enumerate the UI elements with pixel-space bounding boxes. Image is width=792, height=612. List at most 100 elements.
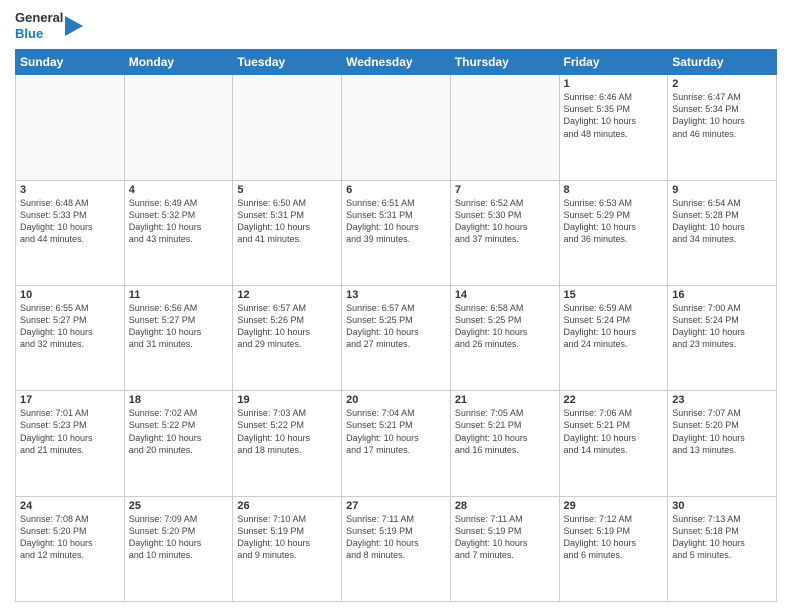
calendar-cell: 28Sunrise: 7:11 AM Sunset: 5:19 PM Dayli… [450, 496, 559, 601]
day-number: 5 [237, 184, 337, 196]
calendar-cell: 29Sunrise: 7:12 AM Sunset: 5:19 PM Dayli… [559, 496, 668, 601]
day-info: Sunrise: 6:48 AM Sunset: 5:33 PM Dayligh… [20, 197, 120, 246]
day-number: 13 [346, 289, 446, 301]
logo-graphic: General Blue [15, 10, 83, 41]
day-info: Sunrise: 6:58 AM Sunset: 5:25 PM Dayligh… [455, 302, 555, 351]
day-info: Sunrise: 7:08 AM Sunset: 5:20 PM Dayligh… [20, 513, 120, 562]
calendar-cell: 10Sunrise: 6:55 AM Sunset: 5:27 PM Dayli… [16, 285, 125, 390]
calendar-cell: 24Sunrise: 7:08 AM Sunset: 5:20 PM Dayli… [16, 496, 125, 601]
day-info: Sunrise: 7:09 AM Sunset: 5:20 PM Dayligh… [129, 513, 229, 562]
calendar-cell [16, 75, 125, 180]
day-info: Sunrise: 7:00 AM Sunset: 5:24 PM Dayligh… [672, 302, 772, 351]
logo-text-blue: Blue [15, 26, 63, 42]
day-number: 21 [455, 394, 555, 406]
weekday-sunday: Sunday [16, 50, 125, 75]
day-number: 22 [564, 394, 664, 406]
day-info: Sunrise: 7:02 AM Sunset: 5:22 PM Dayligh… [129, 407, 229, 456]
calendar-table: SundayMondayTuesdayWednesdayThursdayFrid… [15, 49, 777, 602]
calendar-cell: 3Sunrise: 6:48 AM Sunset: 5:33 PM Daylig… [16, 180, 125, 285]
day-number: 18 [129, 394, 229, 406]
day-info: Sunrise: 7:03 AM Sunset: 5:22 PM Dayligh… [237, 407, 337, 456]
day-info: Sunrise: 7:11 AM Sunset: 5:19 PM Dayligh… [455, 513, 555, 562]
calendar-cell [233, 75, 342, 180]
week-row-4: 24Sunrise: 7:08 AM Sunset: 5:20 PM Dayli… [16, 496, 777, 601]
day-info: Sunrise: 7:11 AM Sunset: 5:19 PM Dayligh… [346, 513, 446, 562]
day-info: Sunrise: 6:47 AM Sunset: 5:34 PM Dayligh… [672, 91, 772, 140]
calendar-cell: 7Sunrise: 6:52 AM Sunset: 5:30 PM Daylig… [450, 180, 559, 285]
weekday-tuesday: Tuesday [233, 50, 342, 75]
weekday-thursday: Thursday [450, 50, 559, 75]
day-number: 23 [672, 394, 772, 406]
day-number: 10 [20, 289, 120, 301]
calendar-cell: 5Sunrise: 6:50 AM Sunset: 5:31 PM Daylig… [233, 180, 342, 285]
day-number: 26 [237, 500, 337, 512]
day-info: Sunrise: 7:13 AM Sunset: 5:18 PM Dayligh… [672, 513, 772, 562]
calendar-cell: 25Sunrise: 7:09 AM Sunset: 5:20 PM Dayli… [124, 496, 233, 601]
header: General Blue [15, 10, 777, 41]
calendar-cell: 16Sunrise: 7:00 AM Sunset: 5:24 PM Dayli… [668, 285, 777, 390]
calendar-cell: 27Sunrise: 7:11 AM Sunset: 5:19 PM Dayli… [342, 496, 451, 601]
calendar-cell: 4Sunrise: 6:49 AM Sunset: 5:32 PM Daylig… [124, 180, 233, 285]
day-info: Sunrise: 7:01 AM Sunset: 5:23 PM Dayligh… [20, 407, 120, 456]
day-info: Sunrise: 6:52 AM Sunset: 5:30 PM Dayligh… [455, 197, 555, 246]
day-number: 17 [20, 394, 120, 406]
calendar-cell [342, 75, 451, 180]
day-info: Sunrise: 6:59 AM Sunset: 5:24 PM Dayligh… [564, 302, 664, 351]
day-info: Sunrise: 7:12 AM Sunset: 5:19 PM Dayligh… [564, 513, 664, 562]
day-info: Sunrise: 7:10 AM Sunset: 5:19 PM Dayligh… [237, 513, 337, 562]
calendar-cell: 2Sunrise: 6:47 AM Sunset: 5:34 PM Daylig… [668, 75, 777, 180]
calendar-cell: 13Sunrise: 6:57 AM Sunset: 5:25 PM Dayli… [342, 285, 451, 390]
day-number: 27 [346, 500, 446, 512]
day-number: 19 [237, 394, 337, 406]
day-number: 25 [129, 500, 229, 512]
day-number: 14 [455, 289, 555, 301]
day-number: 29 [564, 500, 664, 512]
day-number: 6 [346, 184, 446, 196]
weekday-friday: Friday [559, 50, 668, 75]
week-row-3: 17Sunrise: 7:01 AM Sunset: 5:23 PM Dayli… [16, 391, 777, 496]
day-number: 7 [455, 184, 555, 196]
calendar-cell: 19Sunrise: 7:03 AM Sunset: 5:22 PM Dayli… [233, 391, 342, 496]
calendar-cell: 8Sunrise: 6:53 AM Sunset: 5:29 PM Daylig… [559, 180, 668, 285]
day-number: 15 [564, 289, 664, 301]
day-info: Sunrise: 7:06 AM Sunset: 5:21 PM Dayligh… [564, 407, 664, 456]
day-info: Sunrise: 6:53 AM Sunset: 5:29 PM Dayligh… [564, 197, 664, 246]
day-info: Sunrise: 6:51 AM Sunset: 5:31 PM Dayligh… [346, 197, 446, 246]
weekday-header-row: SundayMondayTuesdayWednesdayThursdayFrid… [16, 50, 777, 75]
day-info: Sunrise: 7:07 AM Sunset: 5:20 PM Dayligh… [672, 407, 772, 456]
calendar-cell: 9Sunrise: 6:54 AM Sunset: 5:28 PM Daylig… [668, 180, 777, 285]
calendar-cell: 11Sunrise: 6:56 AM Sunset: 5:27 PM Dayli… [124, 285, 233, 390]
day-number: 3 [20, 184, 120, 196]
calendar-cell: 6Sunrise: 6:51 AM Sunset: 5:31 PM Daylig… [342, 180, 451, 285]
day-number: 9 [672, 184, 772, 196]
calendar-cell: 12Sunrise: 6:57 AM Sunset: 5:26 PM Dayli… [233, 285, 342, 390]
day-info: Sunrise: 7:05 AM Sunset: 5:21 PM Dayligh… [455, 407, 555, 456]
day-number: 1 [564, 78, 664, 90]
week-row-1: 3Sunrise: 6:48 AM Sunset: 5:33 PM Daylig… [16, 180, 777, 285]
calendar-cell: 23Sunrise: 7:07 AM Sunset: 5:20 PM Dayli… [668, 391, 777, 496]
calendar-cell: 17Sunrise: 7:01 AM Sunset: 5:23 PM Dayli… [16, 391, 125, 496]
logo: General Blue [15, 10, 83, 41]
week-row-2: 10Sunrise: 6:55 AM Sunset: 5:27 PM Dayli… [16, 285, 777, 390]
page: General Blue SundayMondayTuesdayWednesda… [0, 0, 792, 612]
day-info: Sunrise: 6:55 AM Sunset: 5:27 PM Dayligh… [20, 302, 120, 351]
day-info: Sunrise: 6:54 AM Sunset: 5:28 PM Dayligh… [672, 197, 772, 246]
calendar-cell: 26Sunrise: 7:10 AM Sunset: 5:19 PM Dayli… [233, 496, 342, 601]
day-number: 28 [455, 500, 555, 512]
day-number: 12 [237, 289, 337, 301]
day-info: Sunrise: 6:46 AM Sunset: 5:35 PM Dayligh… [564, 91, 664, 140]
day-number: 20 [346, 394, 446, 406]
calendar-cell: 18Sunrise: 7:02 AM Sunset: 5:22 PM Dayli… [124, 391, 233, 496]
day-number: 4 [129, 184, 229, 196]
weekday-saturday: Saturday [668, 50, 777, 75]
weekday-wednesday: Wednesday [342, 50, 451, 75]
day-number: 11 [129, 289, 229, 301]
logo-triangle-icon [65, 12, 83, 40]
day-info: Sunrise: 6:57 AM Sunset: 5:25 PM Dayligh… [346, 302, 446, 351]
calendar-cell: 1Sunrise: 6:46 AM Sunset: 5:35 PM Daylig… [559, 75, 668, 180]
day-number: 16 [672, 289, 772, 301]
calendar-cell: 14Sunrise: 6:58 AM Sunset: 5:25 PM Dayli… [450, 285, 559, 390]
calendar-cell: 21Sunrise: 7:05 AM Sunset: 5:21 PM Dayli… [450, 391, 559, 496]
calendar-cell: 20Sunrise: 7:04 AM Sunset: 5:21 PM Dayli… [342, 391, 451, 496]
day-number: 24 [20, 500, 120, 512]
